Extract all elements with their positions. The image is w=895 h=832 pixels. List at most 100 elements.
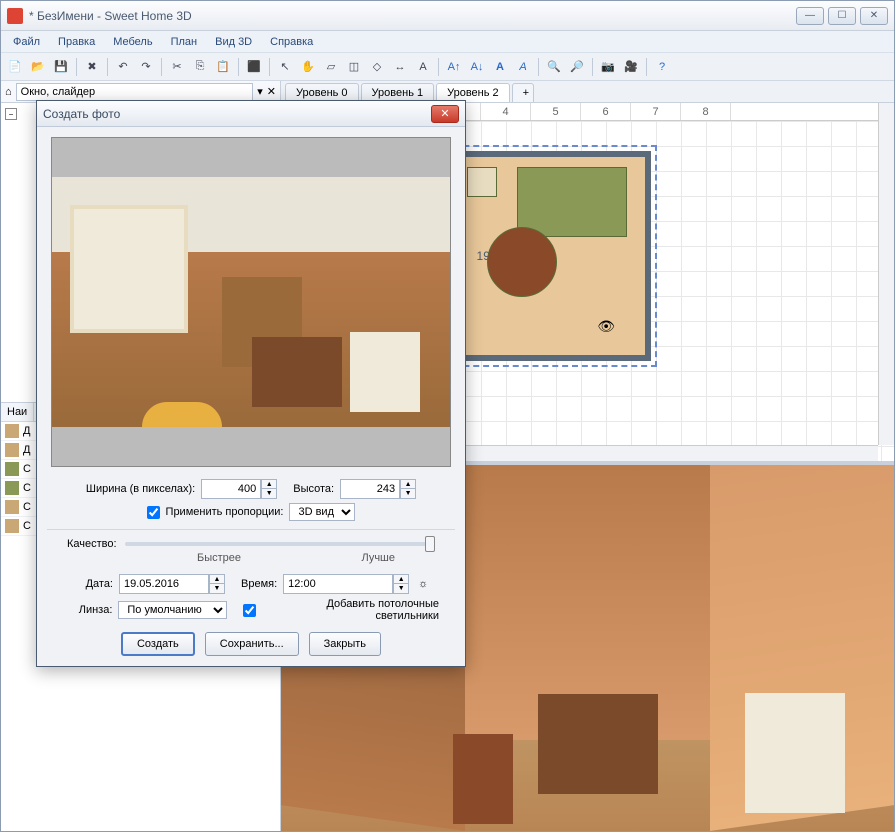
cut-icon[interactable]: ✂ (167, 57, 187, 77)
minimize-button[interactable]: — (796, 7, 824, 25)
save-button[interactable]: Сохранить... (205, 632, 299, 656)
search-input[interactable] (16, 83, 254, 101)
spin-up-icon[interactable]: ▲ (401, 480, 415, 489)
preview-chair (350, 332, 420, 412)
menu-help[interactable]: Справка (262, 33, 321, 51)
lens-select[interactable]: По умолчанию (118, 601, 227, 619)
ratio-select[interactable]: 3D вид (289, 503, 355, 521)
slider-thumb[interactable] (425, 536, 435, 552)
menu-view3d[interactable]: Вид 3D (207, 33, 260, 51)
furniture-icon (5, 481, 19, 495)
preview-desk (252, 337, 342, 407)
camera-icon[interactable]: 👁 (597, 318, 615, 335)
create-photo-dialog: Создать фото ✕ Ширина (в пикселах): ▲▼ В… (36, 100, 466, 667)
width-spinner[interactable]: ▲▼ (201, 479, 277, 499)
width-input[interactable] (201, 479, 261, 499)
create-button[interactable]: Создать (121, 632, 195, 656)
furniture-icon (5, 519, 19, 533)
undo-icon[interactable]: ↶ (113, 57, 133, 77)
sun-icon[interactable]: ☼ (415, 576, 431, 592)
col-name[interactable]: Наи (1, 403, 34, 421)
create-text-icon[interactable]: A (413, 57, 433, 77)
stool-3d (453, 734, 513, 824)
time-label: Время: (241, 578, 277, 590)
clear-icon[interactable]: ✕ (267, 85, 276, 98)
zoom-in-icon[interactable]: 🔍 (544, 57, 564, 77)
window-title: * БезИмени - Sweet Home 3D (29, 9, 796, 23)
home-icon[interactable]: ⌂ (5, 86, 12, 98)
open-icon[interactable]: 📂 (28, 57, 48, 77)
quality-faster-label: Быстрее (197, 552, 241, 564)
menu-edit[interactable]: Правка (50, 33, 103, 51)
create-rooms-icon[interactable]: ◫ (344, 57, 364, 77)
time-spinner[interactable]: ▲▼ (283, 574, 409, 594)
new-icon[interactable]: 📄 (5, 57, 25, 77)
furniture-icon (5, 443, 19, 457)
dropdown-icon[interactable]: ▾ (257, 85, 263, 98)
quality-label: Качество: (67, 538, 117, 550)
dialog-title: Создать фото (43, 107, 431, 121)
furniture-icon (5, 500, 19, 514)
spin-up-icon[interactable]: ▲ (262, 480, 276, 489)
quality-slider[interactable] (125, 542, 435, 546)
height-label: Высота: (293, 483, 334, 495)
ceiling-lights-checkbox[interactable] (243, 604, 256, 617)
add-level-button[interactable]: + (512, 83, 534, 102)
time-input[interactable] (283, 574, 393, 594)
menu-furniture[interactable]: Мебель (105, 33, 160, 51)
spin-up-icon[interactable]: ▲ (394, 575, 408, 584)
video-icon[interactable]: 🎥 (621, 57, 641, 77)
furniture-table[interactable] (487, 227, 557, 297)
paste-icon[interactable]: 📋 (213, 57, 233, 77)
maximize-button[interactable]: ☐ (828, 7, 856, 25)
menubar: Файл Правка Мебель План Вид 3D Справка (1, 31, 894, 53)
pan-icon[interactable]: ✋ (298, 57, 318, 77)
furniture-chair[interactable] (467, 167, 497, 197)
spin-down-icon[interactable]: ▼ (210, 584, 224, 593)
photo-icon[interactable]: 📷 (598, 57, 618, 77)
furniture-icon (5, 424, 19, 438)
close-button[interactable]: ✕ (860, 7, 888, 25)
dialog-close-button[interactable]: ✕ (431, 105, 459, 123)
text-size-down-icon[interactable]: A↓ (467, 57, 487, 77)
spin-down-icon[interactable]: ▼ (394, 584, 408, 593)
copy-icon[interactable]: ⎘ (190, 57, 210, 77)
desk-3d (538, 694, 658, 794)
preview-table (142, 402, 222, 427)
create-walls-icon[interactable]: ▱ (321, 57, 341, 77)
height-spinner[interactable]: ▲▼ (340, 479, 416, 499)
menu-plan[interactable]: План (163, 33, 206, 51)
apply-ratio-label: Применить пропорции: (166, 506, 284, 518)
help-icon[interactable]: ? (652, 57, 672, 77)
text-size-up-icon[interactable]: A↑ (444, 57, 464, 77)
dialog-titlebar[interactable]: Создать фото ✕ (37, 101, 465, 127)
scrollbar-vertical[interactable] (878, 103, 894, 445)
zoom-out-icon[interactable]: 🔎 (567, 57, 587, 77)
furniture-sofa[interactable] (517, 167, 627, 237)
toolbar: 📄 📂 💾 ✖ ↶ ↷ ✂ ⎘ 📋 ⬛ ↖ ✋ ▱ ◫ ◇ ↔ A A↑ A↓ … (1, 53, 894, 81)
close-dialog-button[interactable]: Закрыть (309, 632, 381, 656)
create-dimensions-icon[interactable]: ↔ (390, 57, 410, 77)
apply-ratio-checkbox[interactable] (147, 506, 160, 519)
height-input[interactable] (340, 479, 400, 499)
redo-icon[interactable]: ↷ (136, 57, 156, 77)
italic-icon[interactable]: A (513, 57, 533, 77)
furniture-icon (5, 462, 19, 476)
spin-down-icon[interactable]: ▼ (262, 489, 276, 498)
menu-file[interactable]: Файл (5, 33, 48, 51)
date-spinner[interactable]: ▲▼ (119, 574, 225, 594)
titlebar[interactable]: * БезИмени - Sweet Home 3D — ☐ ✕ (1, 1, 894, 31)
add-furniture-icon[interactable]: ⬛ (244, 57, 264, 77)
expand-icon[interactable]: − (5, 108, 17, 120)
preview-image (52, 177, 450, 427)
save-icon[interactable]: 💾 (51, 57, 71, 77)
spin-up-icon[interactable]: ▲ (210, 575, 224, 584)
create-polyline-icon[interactable]: ◇ (367, 57, 387, 77)
spin-down-icon[interactable]: ▼ (401, 489, 415, 498)
date-input[interactable] (119, 574, 209, 594)
select-icon[interactable]: ↖ (275, 57, 295, 77)
bold-icon[interactable]: A (490, 57, 510, 77)
date-label: Дата: (63, 578, 113, 590)
chair-3d (745, 693, 845, 813)
preferences-icon[interactable]: ✖ (82, 57, 102, 77)
